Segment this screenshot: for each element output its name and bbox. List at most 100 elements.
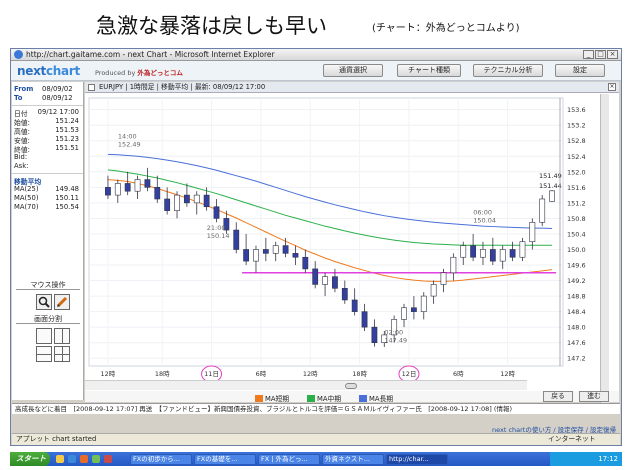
- split-vertical-button[interactable]: [54, 328, 70, 344]
- info-date-row: 日付 09/12 17:00: [14, 108, 79, 118]
- candle-body: [253, 249, 259, 262]
- candle-body: [341, 288, 348, 301]
- candle-body: [213, 206, 220, 219]
- horizontal-scrollbar[interactable]: [85, 380, 527, 390]
- maximize-button[interactable]: □: [595, 50, 606, 59]
- legend-ma-long: MA長期: [359, 393, 393, 403]
- quicklaunch-ie-icon[interactable]: [68, 455, 76, 463]
- candle-body: [509, 249, 516, 258]
- split-horizontal-button[interactable]: [36, 346, 52, 362]
- slide-subtitle: (チャート：外為どっとコムより): [372, 23, 520, 34]
- currency-select-button[interactable]: 通貨選択: [323, 64, 383, 77]
- task-item-1[interactable]: FXの初歩から...: [130, 454, 192, 465]
- candle-body: [124, 183, 131, 192]
- candle-body: [154, 187, 161, 200]
- candle-body: [322, 276, 328, 285]
- taskbar: スタート FXの初歩から... FXの基礎を... FX | 外為どっ... 外…: [10, 452, 622, 466]
- chart-header-text: EURJPY | 1時間足 | 移動平均 | 最新: 08/09/12 17:0…: [99, 83, 266, 91]
- task-item-5[interactable]: http://char...: [386, 454, 448, 465]
- task-item-4[interactable]: 外資ネクスト...: [322, 454, 384, 465]
- candle-body: [489, 249, 496, 262]
- annotation-price: 150.14: [207, 232, 230, 240]
- legend-ma-short: MA短期: [255, 393, 289, 403]
- start-button[interactable]: スタート: [10, 452, 50, 466]
- x-tick-label: 12日: [402, 370, 417, 378]
- candle-body: [282, 245, 289, 254]
- close-button[interactable]: ×: [607, 50, 618, 59]
- y-tick-label: 153.2: [567, 122, 586, 130]
- vertical-scrollbar[interactable]: [600, 94, 609, 404]
- candle-body: [440, 272, 447, 285]
- quicklaunch-media-icon[interactable]: [80, 455, 88, 463]
- candle-body: [183, 194, 190, 204]
- y-tick-label: 148.4: [567, 308, 586, 316]
- candle-body: [302, 256, 309, 270]
- candle-body: [114, 183, 121, 196]
- security-zone: インターネット: [548, 435, 596, 443]
- x-tick-label: 18時: [352, 370, 367, 378]
- system-tray: 17:12: [550, 452, 622, 466]
- y-tick-label: 149.6: [567, 262, 586, 270]
- y-tick-label: 152.4: [567, 153, 586, 161]
- minimize-button[interactable]: _: [583, 50, 594, 59]
- task-item-3[interactable]: FX | 外為どっ...: [258, 454, 320, 465]
- candle-body: [450, 256, 457, 274]
- info-high-row: 高値: 151.53: [14, 126, 79, 136]
- annotation-time: 02:00: [384, 329, 403, 337]
- technical-analysis-button[interactable]: テクニカル分析: [473, 64, 543, 77]
- candlestick-chart[interactable]: 153.6 153.2 152.8 152.4 152.0 151.6 151.2 150.8…: [85, 94, 600, 380]
- scroll-thumb[interactable]: [345, 383, 357, 389]
- chart-pane: EURJPY | 1時間足 | 移動平均 | 最新: 08/09/12 17:0…: [85, 82, 619, 400]
- mouse-operation-title: マウス操作: [16, 280, 80, 290]
- candle-body: [262, 249, 269, 254]
- x-tick-label: 11日: [204, 370, 219, 378]
- y-tick-label: 151.2: [567, 199, 586, 207]
- task-item-2[interactable]: FXの基礎を...: [194, 454, 256, 465]
- x-tick-label: 12時: [101, 370, 116, 378]
- app-header: nextchart Produced by 外為どっとコム 通貨選択 チャート種…: [11, 61, 621, 81]
- chart-checkbox[interactable]: [88, 84, 95, 91]
- clock: 17:12: [598, 455, 618, 463]
- split-quad-button[interactable]: [54, 346, 70, 362]
- forward-button[interactable]: 進む: [579, 391, 609, 402]
- split-single-button[interactable]: [36, 328, 52, 344]
- news-ticker[interactable]: 高成長などに着目 [2008-09-12 17:07] 再送 【ファンドビュー】…: [12, 403, 620, 414]
- x-tick-label: 6時: [256, 370, 267, 378]
- back-button[interactable]: 戻る: [543, 391, 573, 402]
- magnifier-icon[interactable]: [36, 294, 52, 310]
- candle-body: [480, 249, 486, 258]
- x-tick-label: 12時: [303, 370, 318, 378]
- candle-body: [193, 194, 200, 204]
- annotation-price: 152.49: [118, 141, 141, 149]
- ma50-row: MA(50) 150.11: [14, 194, 79, 202]
- info-bid-row: Bid:: [14, 153, 28, 161]
- candle-body: [420, 295, 427, 312]
- screen-split-title: 画面分割: [16, 314, 80, 324]
- y-tick-label: 153.6: [567, 106, 586, 114]
- candle-body: [332, 276, 338, 289]
- quicklaunch-desktop-icon[interactable]: [92, 455, 100, 463]
- pencil-icon[interactable]: [54, 294, 70, 310]
- window-titlebar[interactable]: http://chart.gaitame.com - next Chart - …: [11, 49, 621, 61]
- candle-body: [105, 187, 111, 196]
- candle-body: [243, 249, 250, 262]
- candle-body: [361, 311, 368, 328]
- quicklaunch-app-icon[interactable]: [104, 455, 112, 463]
- x-tick-label: 18時: [155, 370, 170, 378]
- settings-button[interactable]: 設定: [555, 64, 605, 77]
- annotation-time: 06:00: [473, 208, 492, 216]
- y-tick-label: 150.0: [567, 246, 586, 254]
- candle-body: [164, 198, 171, 211]
- window-title: http://chart.gaitame.com - next Chart - …: [26, 50, 275, 59]
- candle-body: [233, 229, 240, 250]
- info-open-row: 始値: 151.24: [14, 117, 79, 127]
- x-tick-label: 6時: [453, 370, 464, 378]
- chart-close-button[interactable]: ×: [608, 83, 616, 91]
- candle-body: [499, 249, 506, 262]
- quicklaunch-folder-icon[interactable]: [56, 455, 64, 463]
- ma70-row: MA(70) 150.54: [14, 203, 79, 211]
- info-low-row: 安値: 151.23: [14, 135, 79, 145]
- chart-type-button[interactable]: チャート種類: [397, 64, 461, 77]
- info-close-row: 終値: 151.51: [14, 144, 79, 154]
- from-row: From 08/09/02: [14, 85, 73, 93]
